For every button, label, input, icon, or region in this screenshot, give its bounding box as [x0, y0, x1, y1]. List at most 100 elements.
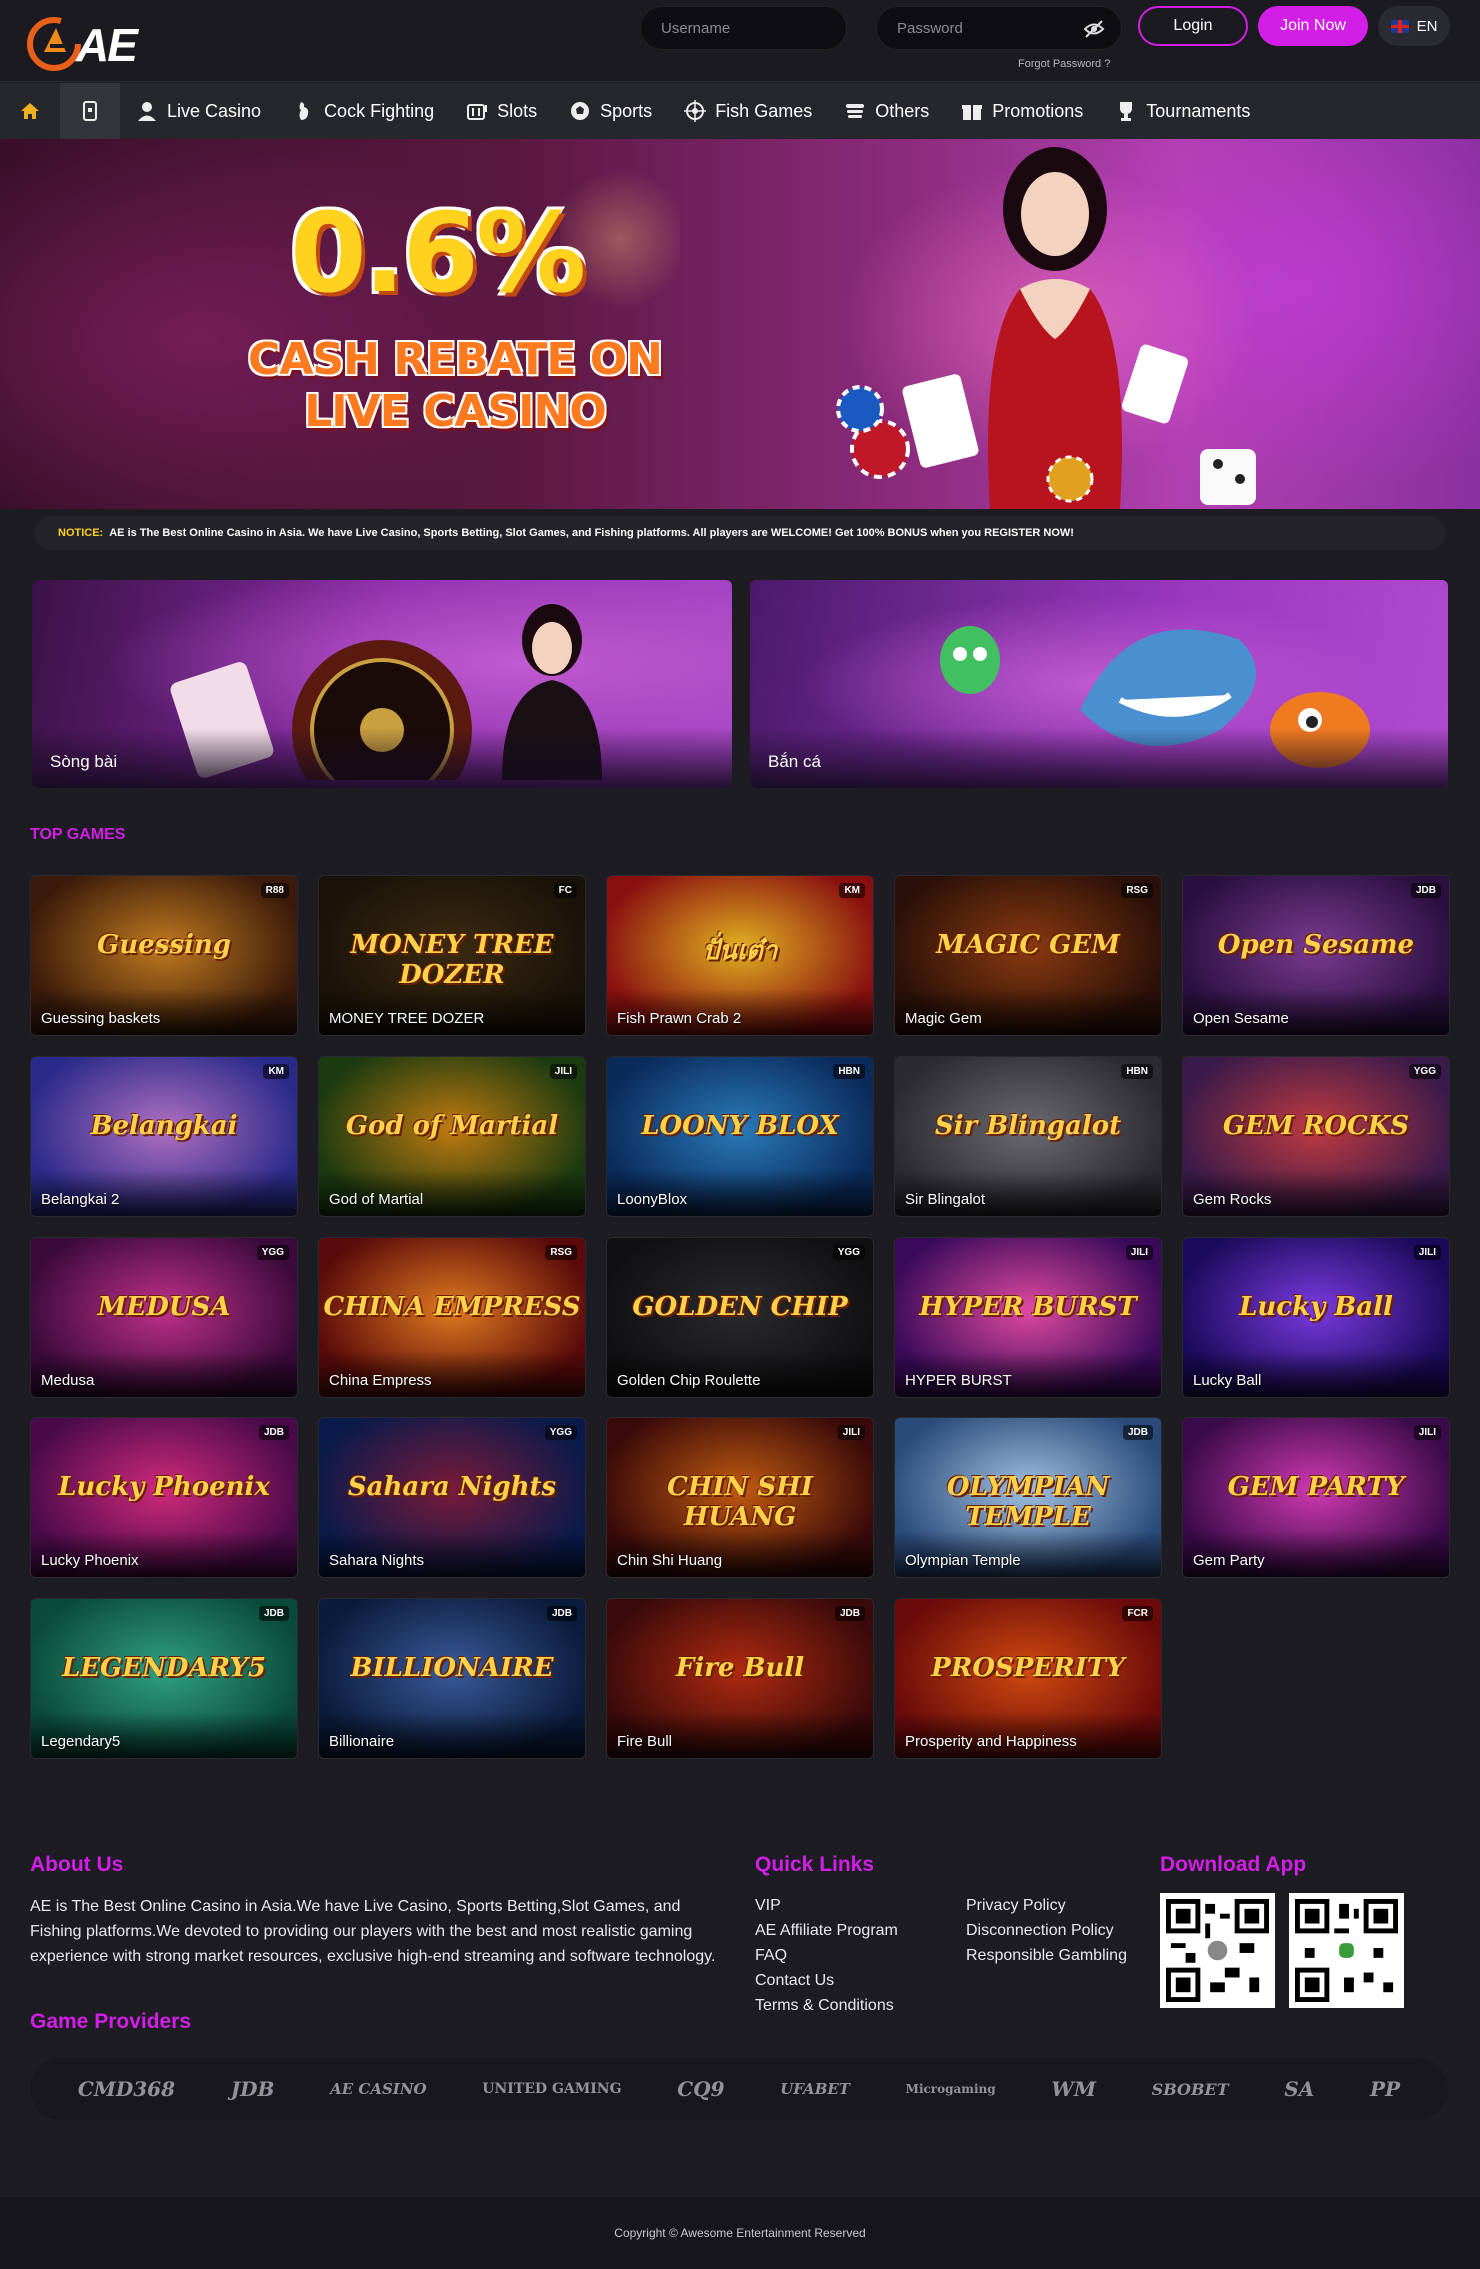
game-name: Legendary5 — [41, 1733, 121, 1750]
game-tile[interactable]: GEM ROCKS YGG Gem Rocks — [1182, 1056, 1450, 1217]
provider-logo[interactable]: CMD368 — [78, 2077, 175, 2101]
nav-mobile[interactable] — [60, 83, 120, 139]
game-tile[interactable]: CHINA EMPRESS RSG China Empress — [318, 1237, 586, 1398]
game-tile[interactable]: Sahara Nights YGG Sahara Nights — [318, 1417, 586, 1578]
stack-icon — [846, 104, 865, 118]
banner-subline: CASH REBATE ON LIVE CASINO — [245, 334, 665, 438]
username-input[interactable] — [641, 7, 846, 49]
link-terms[interactable]: Terms & Conditions — [755, 1993, 898, 2018]
game-tile[interactable]: God of Martial JILI God of Martial — [318, 1056, 586, 1217]
game-tile[interactable]: MONEY TREE DOZER FC MONEY TREE DOZER — [318, 875, 586, 1036]
game-name: Lucky Ball — [1193, 1372, 1262, 1389]
provider-badge: JDB — [1122, 1425, 1153, 1440]
provider-logo[interactable]: JDB — [231, 2077, 275, 2101]
game-tile[interactable]: BILLIONAIRE JDB Billionaire — [318, 1598, 586, 1759]
android-qr-code[interactable] — [1289, 1893, 1404, 2008]
game-logo-text: Belangkai — [90, 1111, 238, 1141]
link-vip[interactable]: VIP — [755, 1893, 898, 1918]
link-contact[interactable]: Contact Us — [755, 1968, 898, 1993]
provider-badge: JDB — [258, 1606, 289, 1621]
apple-qr-icon — [1166, 1899, 1269, 2002]
main-nav: Live Casino Cock Fighting Slots Sports F… — [0, 83, 1480, 139]
provider-logo[interactable]: WM — [1051, 2077, 1096, 2101]
nav-item-cock-fighting[interactable]: Cock Fighting — [277, 83, 450, 139]
game-tile[interactable]: MEDUSA YGG Medusa — [30, 1237, 298, 1398]
game-tile[interactable]: Sir Blingalot HBN Sir Blingalot — [894, 1056, 1162, 1217]
nav-item-others[interactable]: Others — [828, 83, 945, 139]
category-fishing-banner[interactable]: Bắn cá — [750, 580, 1448, 788]
provider-badge: JDB — [1410, 883, 1441, 898]
nav-item-slots[interactable]: Slots — [450, 83, 553, 139]
link-affiliate[interactable]: AE Affiliate Program — [755, 1918, 898, 1943]
join-now-button[interactable]: Join Now — [1258, 6, 1368, 46]
provider-logo[interactable]: SBOBET — [1152, 2080, 1229, 2099]
game-tile[interactable]: CHIN SHI HUANG JILI Chin Shi Huang — [606, 1417, 874, 1578]
provider-badge: JILI — [837, 1425, 865, 1440]
provider-logo[interactable]: UFABET — [780, 2080, 850, 2098]
site-header: AE Forgot Password ? Login Join Now EN — [0, 0, 1480, 82]
game-tile[interactable]: Lucky Phoenix JDB Lucky Phoenix — [30, 1417, 298, 1578]
game-name: Lucky Phoenix — [41, 1552, 139, 1569]
game-tile[interactable]: GEM PARTY JILI Gem Party — [1182, 1417, 1450, 1578]
game-name: Fish Prawn Crab 2 — [617, 1010, 742, 1027]
link-disconnection[interactable]: Disconnection Policy — [966, 1918, 1127, 1943]
provider-badge: JILI — [1413, 1425, 1441, 1440]
game-logo-text: MEDUSA — [97, 1292, 231, 1322]
provider-logo[interactable]: SA — [1284, 2077, 1314, 2101]
nav-item-sports[interactable]: Sports — [553, 83, 668, 139]
provider-logo[interactable]: CQ9 — [677, 2077, 724, 2101]
game-logo-text: OLYMPIAN TEMPLE — [946, 1472, 1110, 1532]
game-tile[interactable]: GOLDEN CHIP YGG Golden Chip Roulette — [606, 1237, 874, 1398]
game-tile[interactable]: Belangkai KM Belangkai 2 — [30, 1056, 298, 1217]
android-qr-icon — [1295, 1899, 1398, 2002]
home-icon — [21, 103, 39, 119]
game-tile[interactable]: HYPER BURST JILI HYPER BURST — [894, 1237, 1162, 1398]
game-tile[interactable]: PROSPERITY FCR Prosperity and Happiness — [894, 1598, 1162, 1759]
game-tile[interactable]: ปั่นเต๋า KM Fish Prawn Crab 2 — [606, 875, 874, 1036]
forgot-password-link[interactable]: Forgot Password ? — [1018, 58, 1110, 70]
provider-logo[interactable]: Microgaming — [906, 2082, 996, 2096]
slot-machine-icon — [467, 104, 488, 120]
link-responsible[interactable]: Responsible Gambling — [966, 1943, 1127, 1968]
link-faq[interactable]: FAQ — [755, 1943, 898, 1968]
game-tile[interactable]: Fire Bull JDB Fire Bull — [606, 1598, 874, 1759]
uk-flag-icon — [1390, 19, 1409, 33]
nav-label: Tournaments — [1146, 100, 1251, 121]
provider-logo[interactable]: AE CASINO — [330, 2080, 427, 2098]
game-tile[interactable]: LOONY BLOX HBN LoonyBlox — [606, 1056, 874, 1217]
game-name: LoonyBlox — [617, 1191, 688, 1208]
nav-item-fish-games[interactable]: Fish Games — [668, 83, 828, 139]
provider-logo[interactable]: PP — [1370, 2077, 1400, 2101]
game-logo-text: ปั่นเต๋า — [702, 936, 778, 966]
category-casino-banner[interactable]: Sòng bài — [32, 580, 732, 788]
game-tile[interactable]: Guessing R88 Guessing baskets — [30, 875, 298, 1036]
nav-item-tournaments[interactable]: Tournaments — [1099, 83, 1266, 139]
game-tile[interactable]: Open Sesame JDB Open Sesame — [1182, 875, 1450, 1036]
brand-logo[interactable]: AE — [26, 12, 156, 71]
nav-item-live-casino[interactable]: Live Casino — [120, 83, 277, 139]
category-shade — [32, 728, 732, 788]
ios-qr-code[interactable] — [1160, 1893, 1275, 2008]
game-tile[interactable]: OLYMPIAN TEMPLE JDB Olympian Temple — [894, 1417, 1162, 1578]
game-name: Gem Party — [1193, 1552, 1265, 1569]
game-tile[interactable]: Lucky Ball JILI Lucky Ball — [1182, 1237, 1450, 1398]
game-logo-text: Fire Bull — [675, 1653, 805, 1683]
link-privacy[interactable]: Privacy Policy — [966, 1893, 1127, 1918]
game-logo-text: CHINA EMPRESS — [323, 1292, 581, 1322]
category-label: Bắn cá — [768, 752, 821, 771]
provider-badge: R88 — [260, 883, 289, 898]
nav-item-promotions[interactable]: Promotions — [945, 83, 1099, 139]
language-selector[interactable]: EN — [1378, 6, 1450, 46]
game-tile[interactable]: LEGENDARY5 JDB Legendary5 — [30, 1598, 298, 1759]
username-field[interactable] — [640, 6, 847, 50]
game-logo-text: GEM PARTY — [1227, 1472, 1405, 1502]
nav-home[interactable] — [0, 83, 60, 139]
promo-banner[interactable]: 0.6% CASH REBATE ON LIVE CASINO — [0, 139, 1480, 509]
hide-password-icon[interactable] — [1083, 19, 1105, 39]
login-button[interactable]: Login — [1138, 6, 1248, 46]
game-tile[interactable]: MAGIC GEM RSG Magic Gem — [894, 875, 1162, 1036]
password-field[interactable] — [876, 6, 1122, 50]
game-name: Belangkai 2 — [41, 1191, 120, 1208]
provider-logo[interactable]: UNITED GAMING — [482, 2081, 621, 2097]
notice-text: AE is The Best Online Casino in Asia. We… — [109, 527, 1074, 539]
